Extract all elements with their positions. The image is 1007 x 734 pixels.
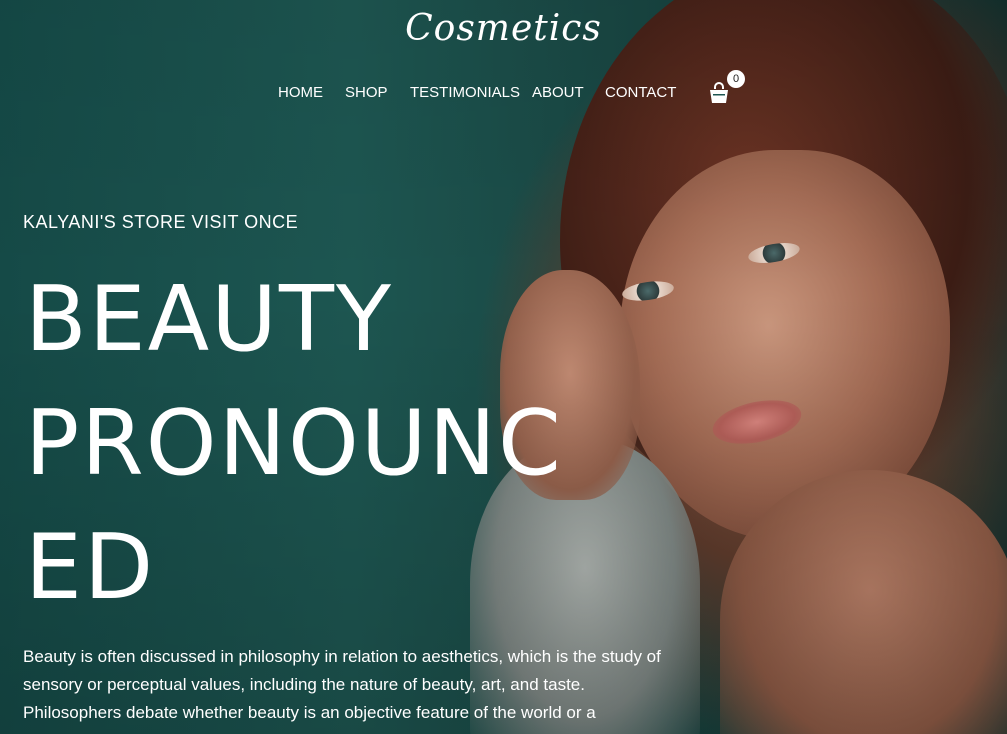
cart-count-badge: 0 [727,70,745,88]
hero-description: Beauty is often discussed in philosophy … [23,647,661,734]
nav-shop[interactable]: SHOP [345,84,388,101]
hero-headline: BEAUTY PRONOUNC ED [25,258,625,630]
nav-contact[interactable]: CONTACT [605,84,676,101]
nav-testimonials[interactable]: TESTIMONIALS [410,84,520,101]
shopping-bag-icon [710,82,728,103]
main-nav: HOME SHOP TESTIMONIALS ABOUT CONTACT [0,84,1007,104]
nav-home[interactable]: HOME [278,84,323,101]
hero-headline-line: ED [25,515,156,620]
cart-button[interactable] [708,82,730,104]
site-logo[interactable]: Cosmetics [0,8,1007,49]
hero-headline-line: PRONOUNC [25,391,563,496]
nav-about[interactable]: ABOUT [532,84,584,101]
hero-tagline: KALYANI'S STORE VISIT ONCE [23,212,299,232]
hero-headline-line: BEAUTY [25,267,394,372]
